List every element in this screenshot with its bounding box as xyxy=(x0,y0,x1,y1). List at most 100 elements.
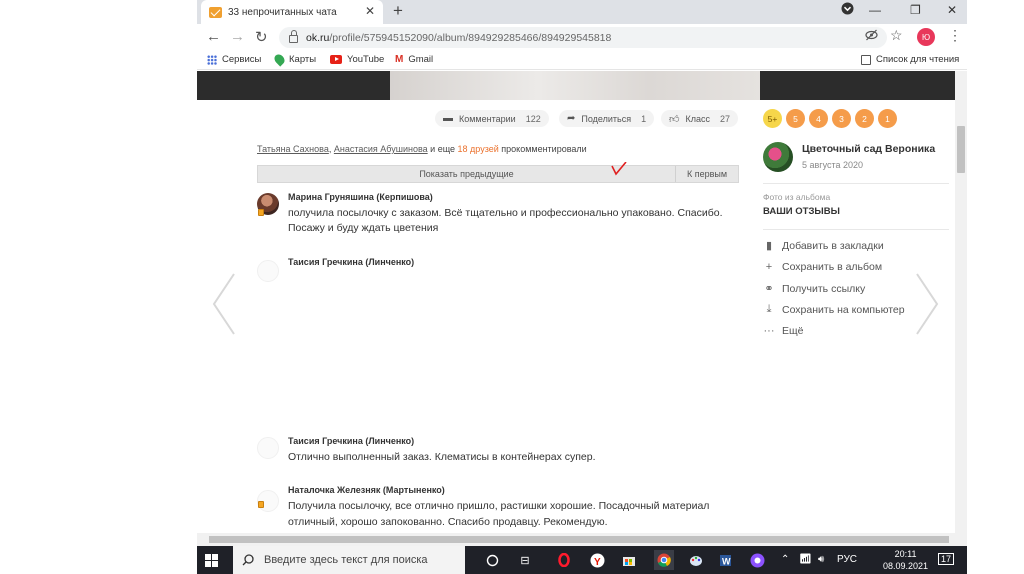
bookmark-services[interactable]: Сервисы xyxy=(207,54,261,65)
comment-author[interactable]: Наталочка Железняк (Мартыненко) xyxy=(288,485,445,495)
notifications-icon[interactable]: 17 xyxy=(938,553,955,565)
tab-close-icon[interactable]: ✕ xyxy=(365,4,375,18)
share-icon: ➦ xyxy=(567,113,576,124)
taskbar-search[interactable]: Введите здесь текст для поиска xyxy=(233,546,465,574)
scrollbar-thumb[interactable] xyxy=(209,536,949,543)
browser-tab[interactable]: 33 непрочитанных чата ✕ xyxy=(201,0,383,24)
bookmark-gmail[interactable]: M Gmail xyxy=(395,54,433,65)
bookmark-star-icon[interactable]: ☆ xyxy=(890,27,903,44)
task-view-icon[interactable]: ⊟ xyxy=(515,550,535,570)
share-stat[interactable]: ➦ Поделиться 1 xyxy=(559,110,655,127)
mention-user-1[interactable]: Татьяна Сахнова xyxy=(257,144,329,154)
comments-pager: Показать предыдущие К первым xyxy=(257,162,739,183)
store-icon[interactable] xyxy=(619,550,639,570)
tray-expand-icon[interactable]: ⌃ xyxy=(781,554,789,565)
forward-button[interactable]: → xyxy=(230,28,245,45)
album-label: Фото из альбома xyxy=(763,192,831,202)
bookmark-maps[interactable]: Карты xyxy=(272,52,316,67)
status-badge xyxy=(258,209,264,216)
network-icon[interactable]: 📶︎ xyxy=(799,554,812,565)
plus-icon: + xyxy=(765,261,773,273)
tab-search-icon[interactable] xyxy=(841,2,854,18)
search-icon xyxy=(242,554,254,566)
volume-icon[interactable]: 🔊︎ xyxy=(818,554,824,565)
tab-strip: 33 непрочитанных чата ✕ + — ❐ ✕ xyxy=(197,0,967,24)
to-first-button[interactable]: К первым xyxy=(676,166,738,182)
alice-icon[interactable] xyxy=(747,550,767,570)
tracking-off-icon[interactable] xyxy=(865,29,878,44)
comment-text: отличный, хорошо запокованно. Спасибо пр… xyxy=(288,516,608,528)
chrome-icon[interactable] xyxy=(654,550,674,570)
comment-author[interactable]: Таисия Гречкина (Линченко) xyxy=(288,257,414,267)
photo-viewer: ▬ Комментарии 122 ➦ Поделиться 1 👍︎ Клас… xyxy=(197,71,955,533)
clock[interactable]: 20:11 08.09.2021 xyxy=(883,548,928,572)
minimize-button[interactable]: — xyxy=(869,3,881,17)
mention-user-2[interactable]: Анастасия Абушинова xyxy=(334,144,428,154)
menu-icon[interactable]: ⋮ xyxy=(948,27,962,44)
opera-icon[interactable] xyxy=(554,550,574,570)
comments-stat[interactable]: ▬ Комментарии 122 xyxy=(435,110,549,127)
photo-image[interactable] xyxy=(390,71,760,100)
rating-badge[interactable]: 1 xyxy=(878,109,897,128)
profile-avatar[interactable]: Ю xyxy=(917,28,935,46)
clock-date: 08.09.2021 xyxy=(883,561,929,571)
thumbs-up-icon: 👍︎ xyxy=(669,113,680,125)
yandex-browser-icon[interactable]: Y xyxy=(587,550,607,570)
youtube-icon xyxy=(330,55,342,64)
ok-favicon-icon xyxy=(209,6,222,18)
svg-text:W: W xyxy=(722,556,731,566)
url-text: ok.ru/profile/575945152090/album/8949292… xyxy=(306,31,612,44)
next-photo-arrow[interactable] xyxy=(914,272,940,336)
rating-badge[interactable]: 3 xyxy=(832,109,851,128)
download-icon: ⤓ xyxy=(766,303,772,315)
friends-link[interactable]: 18 друзей xyxy=(458,144,499,154)
comment-avatar[interactable] xyxy=(257,260,279,282)
gmail-icon: M xyxy=(395,54,404,65)
word-icon[interactable]: W xyxy=(715,550,735,570)
comment-avatar[interactable] xyxy=(257,437,279,459)
comment-author[interactable]: Марина Груняшина (Керпишова) xyxy=(288,192,433,202)
like-stat[interactable]: 👍︎ Класс 27 xyxy=(661,110,738,127)
cortana-icon[interactable] xyxy=(482,550,502,570)
comment-text: получила посылочку с заказом. Всё тщател… xyxy=(288,207,723,219)
rating-badges: 5+ 5 4 3 2 1 xyxy=(763,109,897,128)
address-bar[interactable]: ok.ru/profile/575945152090/album/8949292… xyxy=(279,27,887,48)
more-action[interactable]: ··· Ещё xyxy=(763,325,804,337)
save-to-computer-action[interactable]: ⤓ Сохранить на компьютер xyxy=(763,303,905,316)
reading-list[interactable]: Список для чтения xyxy=(861,54,959,65)
reading-list-icon xyxy=(861,54,871,65)
annotation-checkmark-icon xyxy=(611,162,627,176)
reload-button[interactable]: ↻ xyxy=(255,28,268,46)
window-close-button[interactable]: ✕ xyxy=(947,3,957,17)
bookmark-icon: ▮ xyxy=(765,240,773,252)
rating-badge[interactable]: 4 xyxy=(809,109,828,128)
comment-author[interactable]: Таисия Гречкина (Линченко) xyxy=(288,436,414,446)
divider xyxy=(763,183,949,184)
previous-photo-arrow[interactable] xyxy=(211,272,237,336)
horizontal-scrollbar[interactable] xyxy=(197,533,967,546)
paint-icon[interactable] xyxy=(686,550,706,570)
more-icon: ··· xyxy=(763,325,775,337)
save-to-album-action[interactable]: + Сохранить в альбом xyxy=(763,261,882,273)
vertical-scrollbar[interactable] xyxy=(955,71,967,533)
rating-badge[interactable]: 2 xyxy=(855,109,874,128)
new-tab-button[interactable]: + xyxy=(393,1,403,21)
rating-badge[interactable]: 5+ xyxy=(763,109,782,128)
browser-window: 33 непрочитанных чата ✕ + — ❐ ✕ ← → ↻ ok… xyxy=(197,0,967,546)
rating-badge[interactable]: 5 xyxy=(786,109,805,128)
group-avatar[interactable] xyxy=(763,142,793,172)
scrollbar-thumb[interactable] xyxy=(957,126,965,173)
group-name[interactable]: Цветочный сад Вероника xyxy=(802,143,935,155)
lock-icon xyxy=(289,30,298,43)
language-indicator[interactable]: РУС xyxy=(837,554,857,565)
album-name[interactable]: ВАШИ ОТЗЫВЫ xyxy=(763,206,840,217)
add-bookmark-action[interactable]: ▮ Добавить в закладки xyxy=(763,239,884,253)
back-button[interactable]: ← xyxy=(206,28,221,45)
svg-text:Y: Y xyxy=(594,557,601,568)
comment-icon: ▬ xyxy=(443,113,453,124)
bookmark-youtube[interactable]: YouTube xyxy=(330,54,384,65)
search-placeholder: Введите здесь текст для поиска xyxy=(264,554,428,566)
get-link-action[interactable]: ⚭ Получить ссылку xyxy=(763,282,865,296)
restore-button[interactable]: ❐ xyxy=(910,3,921,17)
windows-start-icon[interactable] xyxy=(205,554,218,567)
